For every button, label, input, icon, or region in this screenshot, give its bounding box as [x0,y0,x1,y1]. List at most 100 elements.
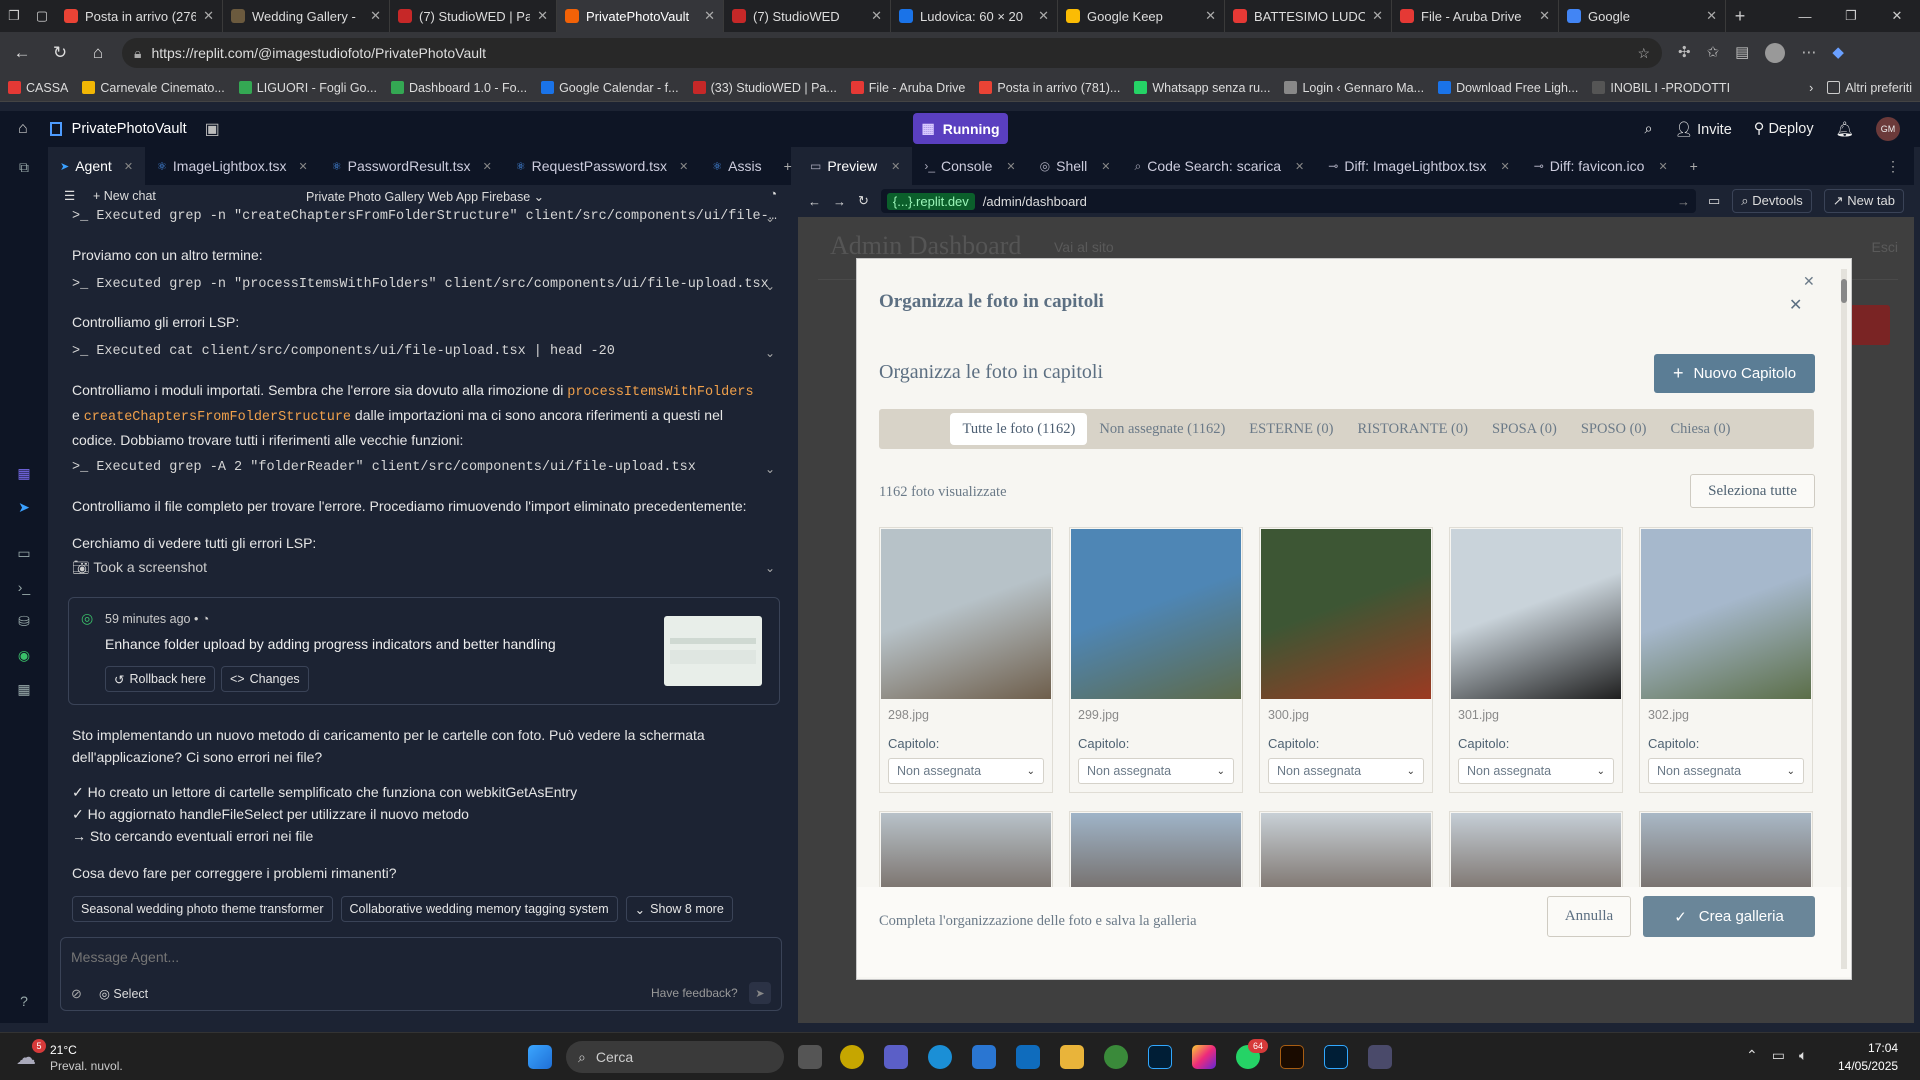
photo-thumbnail[interactable] [1641,529,1811,699]
store-icon[interactable] [972,1045,996,1069]
close-tab-icon[interactable]: ✕ [1295,160,1304,173]
chat-title[interactable]: Private Photo Gallery Web App Firebase ⌄ [306,189,544,204]
photo-card[interactable]: 302.jpg Capitolo: Non assegnata ⌄ [1639,527,1813,793]
close-tab-icon[interactable]: ✕ [203,8,214,24]
shell-icon[interactable]: ›_ [14,579,34,599]
bookmark-item[interactable]: Dashboard 1.0 - Fo... [390,81,527,95]
apps-icon[interactable]: ▦ [14,681,34,701]
weather-widget[interactable]: ☁ 5 21°C Preval. nuvol. [14,1039,154,1075]
select-all-button[interactable]: Seleziona tutte [1690,474,1815,508]
photo-card[interactable]: 298.jpg Capitolo: Non assegnata ⌄ [879,527,1053,793]
editor-tab[interactable]: ⚛ ImageLightbox.tsx ✕ [145,147,320,185]
changes-button[interactable]: <> Changes [221,666,309,692]
browser-tab[interactable]: File - Aruba Drive ✕ [1392,0,1559,32]
close-tab-icon[interactable]: ✕ [1006,160,1015,173]
tray-chevron-icon[interactable]: ⌃ [1746,1047,1758,1064]
bookmark-item[interactable]: Posta in arrivo (781)... [979,81,1120,95]
new-tab-button[interactable]: ↗ New tab [1823,189,1904,213]
chapter-select[interactable]: Non assegnata ⌄ [1078,758,1234,784]
executed-command-2[interactable]: >_ Executed grep -n "processItemsWithFol… [72,274,769,296]
edge-icon[interactable] [928,1045,952,1069]
clock-time[interactable]: 17:04 [1838,1039,1898,1057]
feedback-link[interactable]: Have feedback? [651,986,738,1000]
photo-card[interactable]: 301.jpg Capitolo: Non assegnata ⌄ [1449,527,1623,793]
workspace-icon[interactable]: ❐ [0,0,28,32]
close-window-icon[interactable]: ✕ [1874,0,1920,32]
browser-tab[interactable]: (7) StudioWED ✕ [724,0,891,32]
expand-chevron-icon[interactable]: ⌄ [765,211,775,225]
teams-icon[interactable] [884,1045,908,1069]
menu-icon[interactable]: ☰ [64,188,75,203]
close-tab-icon[interactable]: ✕ [1658,160,1667,173]
preview-icon[interactable]: ▭ [14,545,34,565]
screenshot-row[interactable]: 📷︎ Took a screenshot [72,556,207,578]
search-icon[interactable]: ⌕ [1645,121,1653,137]
calculator-icon[interactable] [1368,1045,1392,1069]
site-link[interactable]: Vai al sito [1054,239,1114,255]
devtools-button[interactable]: ⌕ Devtools [1732,189,1812,213]
close-tab-icon[interactable]: ✕ [891,160,900,173]
browser-tab[interactable]: Google ✕ [1559,0,1726,32]
close-tab-icon[interactable]: ✕ [1372,8,1383,24]
close-tab-icon[interactable]: ✕ [483,160,492,173]
reload-icon[interactable]: ↻ [46,43,74,63]
chapter-filter-tab[interactable]: Non assegnate (1162) [1087,413,1237,445]
checkpoint-thumbnail[interactable] [664,616,762,686]
close-tab-icon[interactable]: ✕ [1038,8,1049,24]
browser-tab[interactable]: Wedding Gallery - ✕ [223,0,390,32]
cancel-button[interactable]: Annulla [1547,896,1631,937]
go-icon[interactable]: → [1677,194,1690,209]
lightroom-icon[interactable] [1148,1045,1172,1069]
chapter-select[interactable]: Non assegnata ⌄ [888,758,1044,784]
browser-tab[interactable]: (7) StudioWED | Pa ✕ [390,0,557,32]
chapter-select[interactable]: Non assegnata ⌄ [1458,758,1614,784]
chapter-filter-tab[interactable]: RISTORANTE (0) [1345,413,1480,445]
home-icon[interactable]: ⌂ [18,120,28,138]
bookmark-item[interactable]: Download Free Ligh... [1438,81,1578,95]
browser-tab[interactable]: PrivatePhotoVault ✕ [557,0,724,32]
chapter-select[interactable]: Non assegnata ⌄ [1648,758,1804,784]
show-more-button[interactable]: ⌄ Show 8 more [625,896,733,922]
extensions-icon[interactable]: ✣ [1678,43,1691,63]
copilot-icon[interactable]: ◆ [1832,43,1844,63]
photo-thumbnail[interactable] [1071,529,1241,699]
home-icon[interactable]: ⌂ [84,43,112,63]
collections-icon[interactable]: ▤ [1735,43,1749,63]
close-tab-icon[interactable]: ✕ [1101,160,1110,173]
globe-icon[interactable]: ◉ [14,647,34,667]
invite-button[interactable]: 👤︎ Invite [1675,121,1732,138]
url-field[interactable]: 🔒︎ https://replit.com/@imagestudiofoto/P… [122,38,1662,68]
bookmark-item[interactable]: Carnevale Cinemato... [82,81,225,95]
close-tab-icon[interactable]: ✕ [124,160,133,173]
bookmarks-overflow-icon[interactable]: › [1809,81,1813,95]
photo-card[interactable]: 299.jpg Capitolo: Non assegnata ⌄ [1069,527,1243,793]
preview-forward-icon[interactable]: → [833,194,846,209]
outlook-icon[interactable] [1016,1045,1040,1069]
task-view-icon[interactable] [798,1045,822,1069]
bookmark-item[interactable]: LIGUORI - Fogli Go... [238,81,377,95]
user-avatar[interactable]: GM [1876,117,1900,141]
photo-thumbnail[interactable] [881,529,1051,699]
close-tab-icon[interactable]: ✕ [704,8,715,24]
create-gallery-button[interactable]: ✓ Crea galleria [1643,896,1815,937]
preview-reload-icon[interactable]: ↻ [858,193,869,209]
site-exit[interactable]: Esci [1872,239,1898,255]
files-icon[interactable]: ⧉ [14,159,34,179]
editor-tab[interactable]: ⚛ Assis [700,147,773,185]
more-icon[interactable]: ⋯ [1801,43,1816,63]
close-icon[interactable]: ✕ [1789,295,1802,315]
preview-url-field[interactable]: {...}.replit.dev /admin/dashboard → [880,189,1696,213]
agent-icon[interactable]: ➤ [14,499,34,519]
taskbar-search[interactable]: ⌕ Cerca [566,1041,784,1073]
new-tab-icon[interactable]: + [1726,0,1754,32]
close-tab-icon[interactable]: ✕ [299,160,308,173]
workspace-tab[interactable]: ◎ Shell ✕ [1028,147,1123,185]
expand-chevron-icon[interactable]: ⌄ [765,279,775,293]
photoshop-icon[interactable] [1324,1045,1348,1069]
bookmark-item[interactable]: (33) StudioWED | Pa... [692,81,837,95]
suggestion-chip[interactable]: Seasonal wedding photo theme transformer [72,896,333,922]
workspace-tab[interactable]: ⊸ Diff: favicon.ico ✕ [1522,147,1680,185]
suggestion-chip[interactable]: Collaborative wedding memory tagging sys… [340,896,618,922]
editor-tab[interactable]: ⚛ RequestPassword.tsx ✕ [504,147,701,185]
photo-card[interactable]: 300.jpg Capitolo: Non assegnata ⌄ [1259,527,1433,793]
